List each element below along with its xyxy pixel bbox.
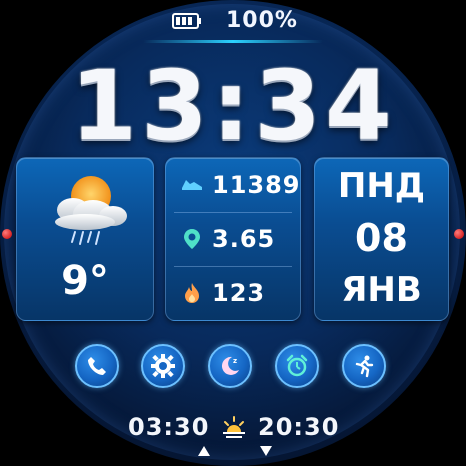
left-indicator-dot <box>2 229 12 239</box>
weather-panel[interactable]: 9° <box>16 157 154 321</box>
alarm-icon <box>286 354 308 377</box>
settings-button[interactable] <box>141 344 185 388</box>
distance-row[interactable]: 3.65 <box>166 214 300 264</box>
right-indicator-dot <box>454 229 464 239</box>
activity-panel[interactable]: 11389 3.65 123 <box>165 157 301 321</box>
stat-divider <box>174 212 292 213</box>
settings-icon <box>151 354 175 378</box>
distance-value: 3.65 <box>212 225 276 253</box>
sunrise-sunset-icon <box>223 416 245 438</box>
sleep-button[interactable]: z <box>208 344 252 388</box>
month: ЯНВ <box>341 270 422 310</box>
running-button[interactable] <box>342 344 386 388</box>
battery-icon <box>172 13 201 29</box>
weekday: ПНД <box>337 166 426 206</box>
calories-row[interactable]: 123 <box>166 268 300 318</box>
sunrise-time: 03:30 <box>128 413 210 441</box>
phone-icon <box>88 357 106 375</box>
location-pin-icon <box>180 227 204 251</box>
calories-value: 123 <box>212 279 266 307</box>
sunset-arrow-icon <box>260 446 272 456</box>
watch-face: 100% 13:34 9° 11389 3.65 123 ПНД 08 ЯНВ … <box>0 0 466 466</box>
status-underline <box>143 40 323 43</box>
cloud-sun-rain-icon <box>55 176 127 245</box>
stat-divider <box>174 266 292 267</box>
battery-percentage: 100% <box>226 8 298 33</box>
sunrise-arrow-icon <box>198 446 210 456</box>
day-of-month: 08 <box>355 216 408 260</box>
steps-value: 11389 <box>212 171 301 199</box>
flame-icon <box>180 281 204 305</box>
date-panel[interactable]: ПНД 08 ЯНВ <box>314 157 449 321</box>
alarm-button[interactable] <box>275 344 319 388</box>
temperature-value: 9° <box>61 258 109 304</box>
steps-row[interactable]: 11389 <box>166 160 300 210</box>
phone-button[interactable] <box>75 344 119 388</box>
shoe-steps-icon <box>180 173 204 197</box>
dial-background: 100% 13:34 9° 11389 3.65 123 ПНД 08 ЯНВ … <box>0 0 466 466</box>
svg-text:z: z <box>233 357 237 365</box>
time-display[interactable]: 13:34 <box>0 50 466 162</box>
sunset-time: 20:30 <box>258 413 340 441</box>
running-icon <box>355 355 374 378</box>
sleep-icon: z <box>221 356 239 375</box>
